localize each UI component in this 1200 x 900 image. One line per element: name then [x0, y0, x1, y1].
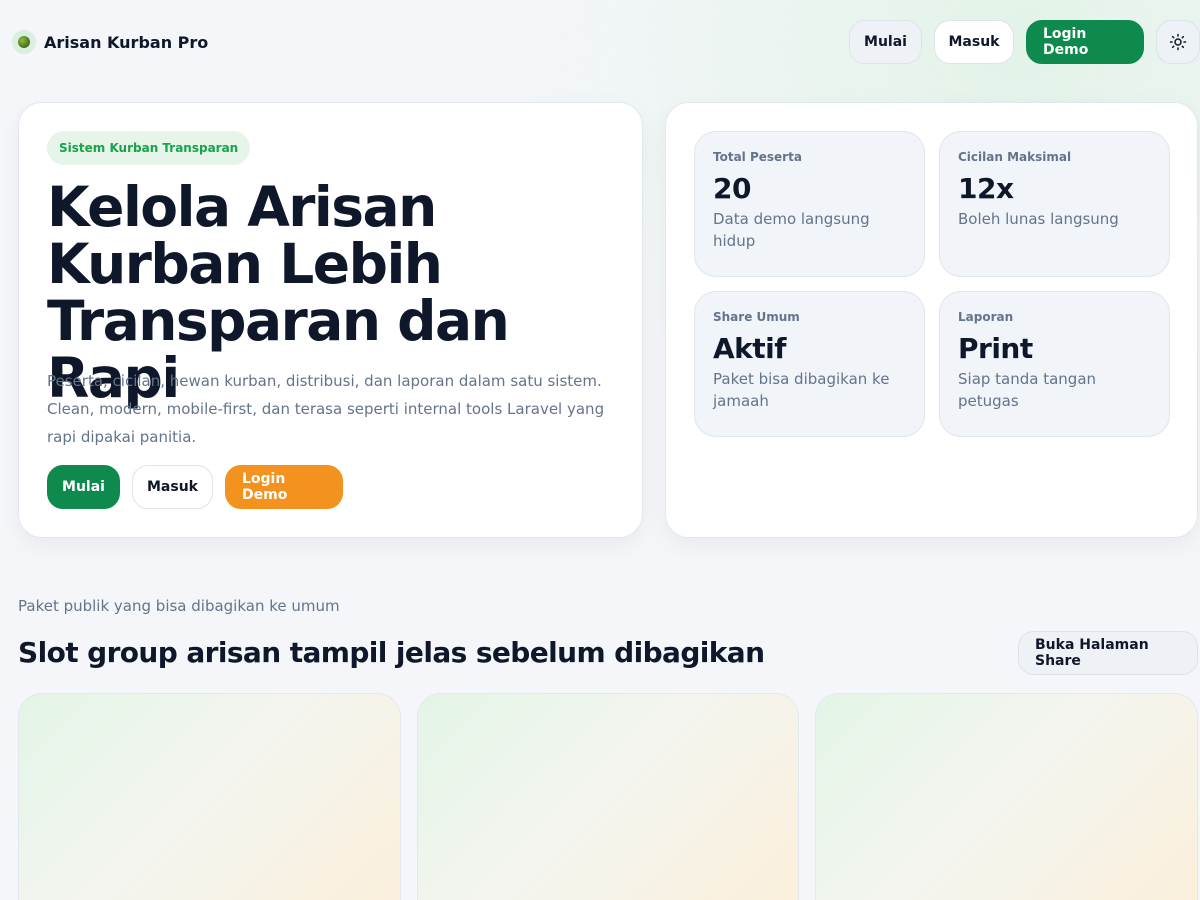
- stat-description: Boleh lunas langsung: [958, 210, 1119, 228]
- stat-laporan: Laporan Print Siap tanda tangan petugas: [939, 291, 1170, 437]
- hero-card: Sistem Kurban Transparan Kelola Arisan K…: [18, 102, 643, 538]
- stat-cicilan-maksimal: Cicilan Maksimal 12x Boleh lunas langsun…: [939, 131, 1170, 277]
- stat-description: Paket bisa dibagikan ke jamaah: [713, 370, 890, 410]
- slot-group-card[interactable]: [815, 693, 1198, 900]
- stat-value: Aktif: [713, 332, 786, 365]
- stat-label: Cicilan Maksimal: [958, 150, 1072, 164]
- brand[interactable]: Arisan Kurban Pro: [12, 30, 208, 54]
- stats-card: Total Peserta 20 Data demo langsung hidu…: [665, 102, 1198, 538]
- open-share-page-button[interactable]: Buka Halaman Share: [1018, 631, 1198, 675]
- nav-login-demo-button[interactable]: Login Demo: [1026, 20, 1144, 64]
- nav-actions: Mulai Masuk Login Demo: [849, 20, 1200, 64]
- stat-value: Print: [958, 332, 1033, 365]
- section-title: Slot group arisan tampil jelas sebelum d…: [18, 636, 765, 669]
- top-navbar: Arisan Kurban Pro Mulai Masuk Login Demo: [0, 0, 1200, 86]
- hero-login-demo-button[interactable]: Login Demo: [225, 465, 343, 509]
- brand-name: Arisan Kurban Pro: [44, 32, 209, 52]
- section-kicker: Paket publik yang bisa dibagikan ke umum: [18, 597, 340, 615]
- stat-label: Laporan: [958, 310, 1014, 324]
- stat-label: Share Umum: [713, 310, 800, 324]
- hero-badge: Sistem Kurban Transparan: [47, 131, 251, 165]
- slot-group-card[interactable]: [417, 693, 799, 900]
- stat-share-umum: Share Umum Aktif Paket bisa dibagikan ke…: [694, 291, 925, 437]
- hero-description: Peserta, cicilan, hewan kurban, distribu…: [47, 372, 605, 446]
- slot-group-card[interactable]: [18, 693, 401, 900]
- nav-masuk-button[interactable]: Masuk: [934, 20, 1014, 64]
- stat-description: Siap tanda tangan petugas: [958, 370, 1097, 410]
- sun-icon: [1169, 33, 1187, 51]
- brand-logo-icon: [12, 30, 36, 54]
- stat-value: 12x: [958, 172, 1014, 205]
- theme-toggle-button[interactable]: [1156, 20, 1200, 64]
- stat-label: Total Peserta: [713, 150, 802, 164]
- hero-actions: Mulai Masuk Login Demo: [47, 465, 343, 509]
- nav-mulai-button[interactable]: Mulai: [849, 20, 922, 64]
- hero-mulai-button[interactable]: Mulai: [47, 465, 120, 509]
- stat-description: Data demo langsung hidup: [713, 210, 870, 250]
- stat-value: 20: [713, 172, 751, 205]
- stat-total-peserta: Total Peserta 20 Data demo langsung hidu…: [694, 131, 925, 277]
- hero-masuk-button[interactable]: Masuk: [132, 465, 213, 509]
